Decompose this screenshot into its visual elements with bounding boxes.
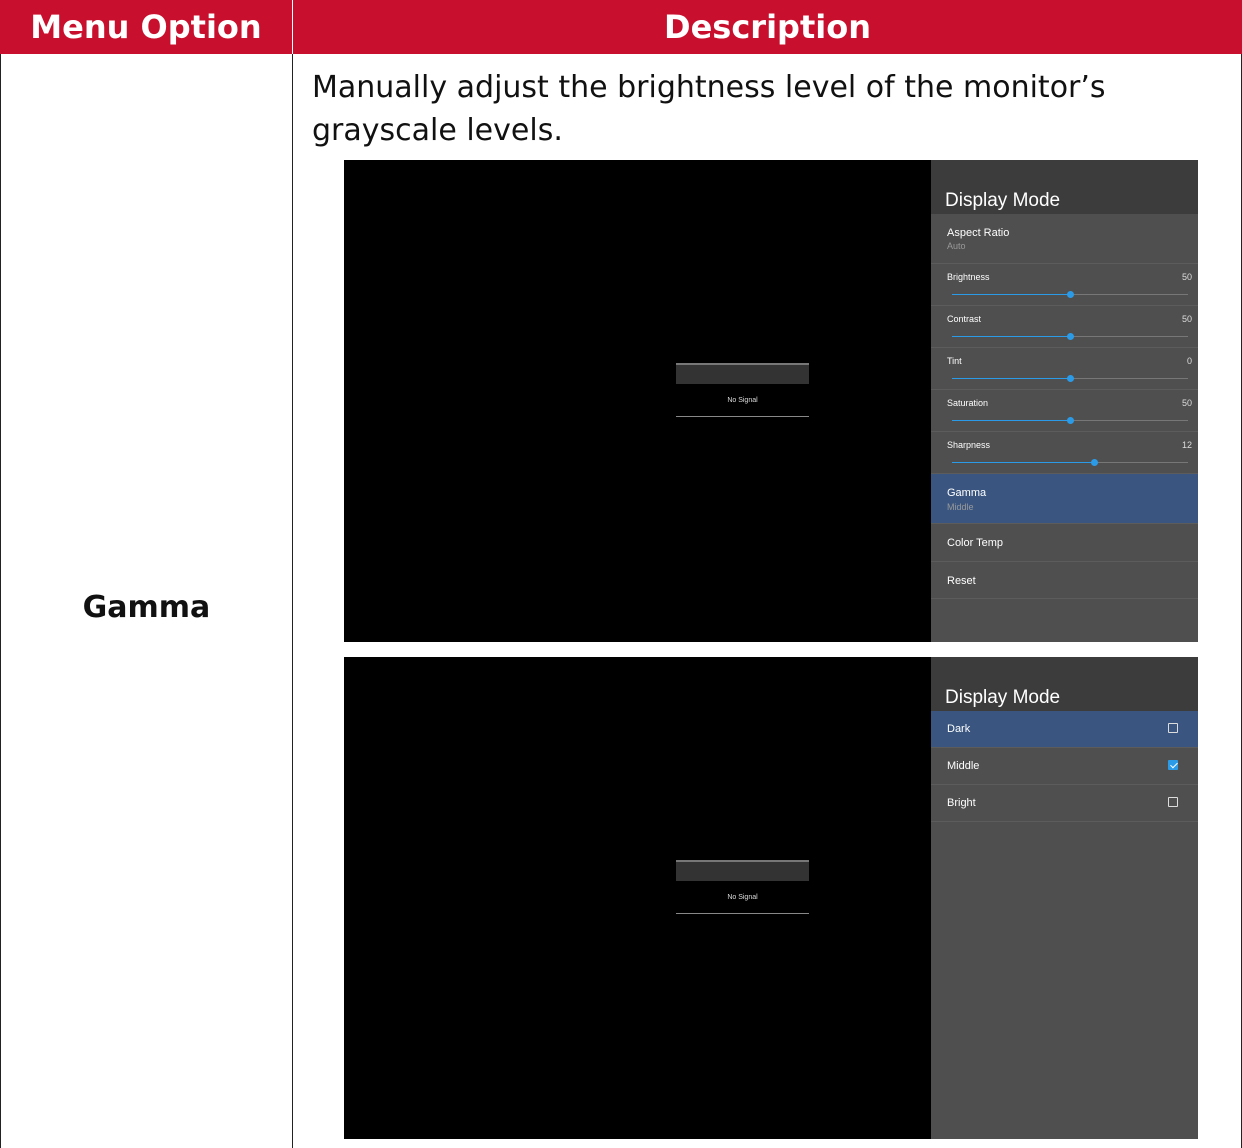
- slider-fill: [952, 336, 1070, 337]
- no-signal-text: No Signal: [727, 397, 758, 404]
- color-temp-label: Color Temp: [947, 537, 1004, 549]
- gamma-value: Middle: [947, 502, 974, 512]
- no-signal-underline: [676, 416, 809, 417]
- slider-label: Tint: [947, 356, 962, 366]
- osd-screenshot-display-mode: No Signal Display Mode Aspect Ratio Auto…: [344, 160, 1198, 642]
- gamma-option-dark[interactable]: Dark: [931, 711, 1198, 748]
- slider-track[interactable]: [952, 375, 1188, 382]
- option-checkbox[interactable]: [1168, 760, 1178, 770]
- slider-track[interactable]: [952, 333, 1188, 340]
- slider-knob[interactable]: [1067, 291, 1074, 298]
- menu-option-name: Gamma: [82, 590, 211, 625]
- color-temp-item[interactable]: Color Temp: [931, 524, 1198, 562]
- slider-item-contrast[interactable]: Contrast 50: [931, 306, 1198, 348]
- slider-track[interactable]: [952, 417, 1188, 424]
- menu-option-description: Manually adjust the brightness level of …: [312, 70, 1106, 148]
- slider-value: 50: [1181, 314, 1192, 324]
- option-checkbox[interactable]: [1168, 723, 1178, 733]
- no-signal-text: No Signal: [727, 894, 758, 901]
- header-menu-option: Menu Option: [0, 0, 293, 54]
- reset-label: Reset: [947, 575, 976, 587]
- slider-item-brightness[interactable]: Brightness 50: [931, 264, 1198, 306]
- no-signal-box: No Signal: [676, 860, 809, 914]
- option-checkbox[interactable]: [1168, 797, 1178, 807]
- aspect-ratio-label: Aspect Ratio: [947, 227, 1010, 239]
- slider-fill: [952, 378, 1070, 379]
- gamma-item[interactable]: Gamma Middle: [931, 474, 1198, 524]
- slider-value: 50: [1181, 398, 1192, 408]
- settings-panel: Display Mode Aspect Ratio Auto Brightnes…: [931, 160, 1198, 642]
- reset-item[interactable]: Reset: [931, 562, 1198, 599]
- slider-fill: [952, 462, 1094, 463]
- menu-table: Menu Option Description Gamma Manually a…: [0, 0, 1242, 1148]
- gamma-option-bright[interactable]: Bright: [931, 785, 1198, 822]
- no-signal-bar: [676, 363, 809, 384]
- slider-fill: [952, 420, 1070, 421]
- aspect-ratio-value: Auto: [947, 241, 966, 251]
- slider-fill: [952, 294, 1070, 295]
- option-label: Bright: [947, 797, 976, 809]
- slider-label: Contrast: [947, 314, 982, 324]
- slider-knob[interactable]: [1067, 333, 1074, 340]
- option-label: Dark: [947, 723, 971, 735]
- slider-label: Brightness: [947, 272, 990, 282]
- gamma-option-middle[interactable]: Middle: [931, 748, 1198, 785]
- gamma-options-panel: Display Mode Dark Middle Bright: [931, 657, 1198, 1139]
- slider-value: 50: [1181, 272, 1192, 282]
- slider-track[interactable]: [952, 459, 1188, 466]
- slider-knob[interactable]: [1067, 375, 1074, 382]
- slider-value: 0: [1186, 356, 1192, 366]
- osd-screenshot-gamma-options: No Signal Display Mode Dark Middle Bright: [344, 657, 1198, 1139]
- panel-title: Display Mode: [931, 657, 1198, 711]
- no-signal-box: No Signal: [676, 363, 809, 417]
- no-signal-bar: [676, 860, 809, 881]
- aspect-ratio-item[interactable]: Aspect Ratio Auto: [931, 214, 1198, 264]
- slider-track[interactable]: [952, 291, 1188, 298]
- header-description: Description: [293, 0, 1242, 54]
- option-label: Middle: [947, 760, 980, 772]
- no-signal-underline: [676, 913, 809, 914]
- slider-knob[interactable]: [1091, 459, 1098, 466]
- slider-knob[interactable]: [1067, 417, 1074, 424]
- slider-item-tint[interactable]: Tint 0: [931, 348, 1198, 390]
- panel-title: Display Mode: [931, 160, 1198, 214]
- slider-item-saturation[interactable]: Saturation 50: [931, 390, 1198, 432]
- slider-item-sharpness[interactable]: Sharpness 12: [931, 432, 1198, 474]
- slider-label: Saturation: [947, 398, 989, 408]
- gamma-label: Gamma: [947, 487, 987, 499]
- slider-value: 12: [1181, 440, 1192, 450]
- slider-label: Sharpness: [947, 440, 991, 450]
